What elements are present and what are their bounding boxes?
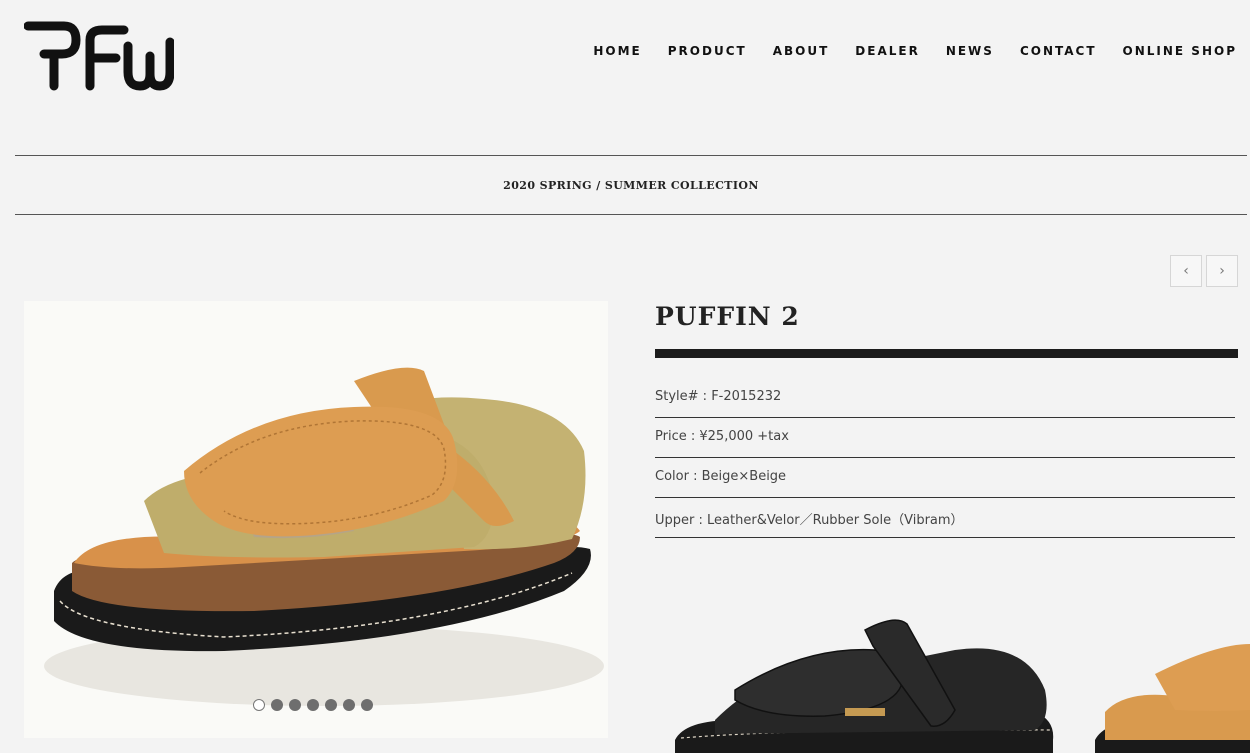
prev-product-button[interactable]: ‹ xyxy=(1170,255,1202,287)
slide-dot[interactable] xyxy=(253,699,265,711)
nav-product[interactable]: PRODUCT xyxy=(668,44,747,58)
spec-label: Price xyxy=(655,429,699,444)
spec-row-style: Style#F-2015232 xyxy=(655,378,1235,418)
slide-dot[interactable] xyxy=(325,699,337,711)
chevron-right-icon: › xyxy=(1219,263,1225,279)
spec-row-price: Price¥25,000 +tax xyxy=(655,418,1235,458)
divider-top xyxy=(15,155,1247,156)
spec-value: ¥25,000 +tax xyxy=(699,429,789,444)
spec-value: F-2015232 xyxy=(711,389,782,404)
brand-logo[interactable] xyxy=(24,16,174,92)
slide-dot[interactable] xyxy=(289,699,301,711)
rfw-logo-icon xyxy=(24,21,174,91)
title-underline-bar xyxy=(655,349,1238,358)
nav-home[interactable]: HOME xyxy=(593,44,641,58)
slide-dot[interactable] xyxy=(307,699,319,711)
spec-label: Upper xyxy=(655,513,707,528)
product-main-image[interactable] xyxy=(24,301,608,738)
spec-value: Beige×Beige xyxy=(701,469,787,484)
collection-title: 2020 SPRING / SUMMER COLLECTION xyxy=(503,179,759,192)
nav-contact[interactable]: CONTACT xyxy=(1020,44,1097,58)
nav-news[interactable]: NEWS xyxy=(946,44,994,58)
slide-dot[interactable] xyxy=(343,699,355,711)
spec-label: Color xyxy=(655,469,702,484)
nav-about[interactable]: ABOUT xyxy=(773,44,830,58)
spec-row-color: ColorBeige×Beige xyxy=(655,458,1235,498)
sandal-beige-image xyxy=(44,367,604,706)
chevron-left-icon: ‹ xyxy=(1183,263,1189,279)
next-product-button[interactable]: › xyxy=(1206,255,1238,287)
product-thumbnails xyxy=(655,600,1250,753)
slide-indicators xyxy=(253,699,373,711)
nav-dealer[interactable]: DEALER xyxy=(855,44,920,58)
slide-dot[interactable] xyxy=(271,699,283,711)
main-nav: HOME PRODUCT ABOUT DEALER NEWS CONTACT O… xyxy=(593,44,1237,58)
thumbnail-black-sandal[interactable] xyxy=(675,619,1054,753)
spec-row-upper: UpperLeather&Velor／Rubber Sole（Vibram） xyxy=(655,498,1235,538)
slide-dot[interactable] xyxy=(361,699,373,711)
thumbnail-beige-sandal[interactable] xyxy=(1095,644,1250,753)
spec-label: Style# xyxy=(655,389,711,404)
product-pager: ‹ › xyxy=(1170,255,1238,287)
divider-bottom xyxy=(15,214,1247,215)
spec-value: Leather&Velor／Rubber Sole（Vibram） xyxy=(707,513,964,528)
nav-online-shop[interactable]: ONLINE SHOP xyxy=(1123,44,1237,58)
product-title: PUFFIN 2 xyxy=(655,302,800,331)
